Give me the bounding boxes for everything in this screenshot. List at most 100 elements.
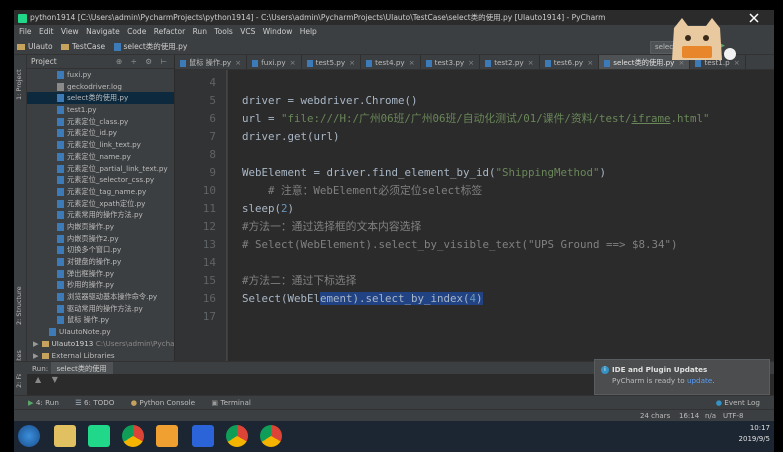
- line-number: 16: [202, 292, 216, 305]
- tree-file-item[interactable]: 元素定位_link_text.py: [27, 139, 174, 151]
- menu-refactor[interactable]: Refactor: [154, 27, 185, 36]
- tree-file-label: UIautoNote.py: [59, 327, 111, 337]
- breadcrumb-folder[interactable]: TestCase: [72, 42, 105, 51]
- project-panel-title[interactable]: Project: [31, 57, 57, 66]
- tree-file-item[interactable]: 内嵌页操作2.py: [27, 233, 174, 245]
- tree-file-item[interactable]: 弹出框操作.py: [27, 268, 174, 280]
- python-file-icon: [57, 269, 64, 278]
- menu-edit[interactable]: Edit: [39, 27, 54, 36]
- scroll-down-icon[interactable]: ▼: [52, 375, 58, 384]
- editor-tab[interactable]: test2.py ×: [480, 55, 540, 69]
- pycharm-taskbar-icon[interactable]: [88, 425, 110, 447]
- mail-icon[interactable]: [156, 425, 178, 447]
- close-tab-icon[interactable]: ×: [349, 58, 355, 67]
- python-file-icon: [57, 176, 64, 185]
- tree-file-item[interactable]: 元素定位_name.py: [27, 151, 174, 163]
- tree-project-root[interactable]: ▶ UIauto1913 C:\Users\admin\PycharmPr: [27, 338, 174, 350]
- close-tab-icon[interactable]: ×: [528, 58, 534, 67]
- tree-root-name: External Libraries: [51, 350, 115, 360]
- tree-external-libraries[interactable]: ▶ External Libraries: [27, 350, 174, 362]
- close-tab-icon[interactable]: ×: [468, 58, 474, 67]
- update-notification[interactable]: i IDE and Plugin Updates PyCharm is read…: [594, 359, 770, 395]
- tree-file-item[interactable]: 鼠标 操作.py: [27, 314, 174, 326]
- tool-terminal-button[interactable]: ▣ Terminal: [211, 396, 250, 410]
- expand-arrow-icon[interactable]: ▶: [33, 339, 39, 348]
- tree-file-item[interactable]: select类的使用.py: [27, 92, 174, 105]
- menu-run[interactable]: Run: [193, 27, 207, 36]
- menu-window[interactable]: Window: [263, 27, 293, 36]
- tree-file-item[interactable]: 元素定位_partial_link_text.py: [27, 163, 174, 175]
- tree-file-item[interactable]: 对键盘的操作.py: [27, 256, 174, 268]
- close-tab-icon[interactable]: ×: [290, 58, 296, 67]
- file-explorer-icon[interactable]: [54, 425, 76, 447]
- editor-tab[interactable]: test6.py ×: [540, 55, 600, 69]
- line-number-gutter: 4 5 6 7 8 9 10 11 12 13 14 15 16 17: [175, 70, 227, 361]
- tree-file-label: 驱动常用的操作方法.py: [67, 303, 143, 313]
- menu-code[interactable]: Code: [127, 27, 146, 36]
- tree-file-item[interactable]: 元素定位_selector_css.py: [27, 174, 174, 186]
- tool-todo-button[interactable]: ☰ 6: TODO: [75, 396, 114, 410]
- editor-tab-label: fuxi.py: [261, 58, 286, 67]
- menu-help[interactable]: Help: [300, 27, 317, 36]
- menu-navigate[interactable]: Navigate: [86, 27, 120, 36]
- project-panel-tools[interactable]: ⊕ ÷ ⚙ ⊢: [116, 55, 170, 68]
- status-chars: 24 chars: [640, 412, 671, 420]
- chrome-icon[interactable]: [260, 425, 282, 447]
- tool-run-button[interactable]: ▶ 4: Run: [28, 396, 59, 410]
- tree-file-label: 元素定位_link_text.py: [67, 140, 141, 150]
- tree-file-item[interactable]: UIautoNote.py: [27, 326, 174, 338]
- tree-file-item[interactable]: 元素定位_class.py: [27, 116, 174, 128]
- tool-python-console-button[interactable]: ● Python Console: [131, 396, 195, 410]
- tree-file-item[interactable]: 元素定位_tag_name.py: [27, 186, 174, 198]
- editor-tab[interactable]: 鼠标 操作.py ×: [175, 55, 248, 69]
- status-encoding[interactable]: UTF-8: [723, 410, 743, 421]
- code-line-10: # 注意：WebElement必须定位select标签: [268, 184, 483, 197]
- menu-tools[interactable]: Tools: [214, 27, 232, 36]
- breadcrumb-project[interactable]: UIauto: [28, 42, 53, 51]
- editor-tab[interactable]: test5.py ×: [302, 55, 362, 69]
- editor-tab[interactable]: fuxi.py ×: [247, 55, 302, 69]
- system-clock[interactable]: 10:17 2019/9/5: [734, 423, 770, 445]
- tool-tab-project[interactable]: 1: Project: [15, 61, 26, 109]
- tree-file-item[interactable]: 切换多个窗口.py: [27, 244, 174, 256]
- tree-file-item[interactable]: 内嵌页操作.py: [27, 221, 174, 233]
- expand-arrow-icon[interactable]: ▶: [33, 351, 39, 360]
- tree-file-item[interactable]: test1.py: [27, 104, 174, 116]
- tree-file-item[interactable]: 驱动常用的操作方法.py: [27, 303, 174, 315]
- menu-vcs[interactable]: VCS: [240, 27, 255, 36]
- chrome-icon[interactable]: [226, 425, 248, 447]
- editor-tab[interactable]: test4.py ×: [361, 55, 421, 69]
- code-editor[interactable]: driver = webdriver.Chrome() url = "file:…: [228, 70, 774, 361]
- python-file-icon: [57, 141, 64, 150]
- tree-file-item[interactable]: 元素定位_xpath定位.py: [27, 198, 174, 210]
- tree-file-item[interactable]: 浏览器驱动基本操作命令.py: [27, 291, 174, 303]
- tree-file-item[interactable]: geckodriver.log: [27, 81, 174, 93]
- tool-tab-structure[interactable]: 2: Structure: [15, 281, 26, 331]
- run-small-icon: ▶: [28, 398, 34, 407]
- tool-event-log-button[interactable]: ● Event Log: [716, 396, 760, 410]
- breadcrumb-file[interactable]: select类的使用.py: [124, 42, 188, 51]
- close-tab-icon[interactable]: ×: [587, 58, 593, 67]
- start-button-icon[interactable]: [18, 425, 40, 447]
- code-line-6: url = "file:///H:/广州06班/广州06班/自动化测试/01/课…: [242, 112, 710, 125]
- editor-tab[interactable]: test3.py ×: [421, 55, 481, 69]
- line-number: 17: [202, 310, 216, 323]
- tree-file-label: 内嵌页操作2.py: [67, 233, 119, 243]
- tree-file-item[interactable]: 秒用的操作.py: [27, 279, 174, 291]
- status-line-separator[interactable]: n/a: [705, 410, 716, 421]
- line-number: 14: [202, 256, 216, 269]
- tree-file-item[interactable]: 元素常用的操作方法.py: [27, 209, 174, 221]
- close-tab-icon[interactable]: ×: [409, 58, 415, 67]
- tree-file-item[interactable]: 元素定位_id.py: [27, 127, 174, 139]
- menu-file[interactable]: File: [19, 27, 32, 36]
- menu-view[interactable]: View: [61, 27, 79, 36]
- window-close-icon[interactable]: [748, 13, 760, 23]
- wps-icon[interactable]: [192, 425, 214, 447]
- chrome-icon[interactable]: [122, 425, 144, 447]
- close-tab-icon[interactable]: ×: [235, 58, 241, 67]
- notification-title: IDE and Plugin Updates: [612, 365, 708, 374]
- rerun-icon[interactable]: ▲: [35, 375, 41, 384]
- update-link[interactable]: update: [687, 376, 712, 385]
- status-caret-position[interactable]: 16:14: [679, 410, 699, 421]
- tree-file-item[interactable]: fuxi.py: [27, 69, 174, 81]
